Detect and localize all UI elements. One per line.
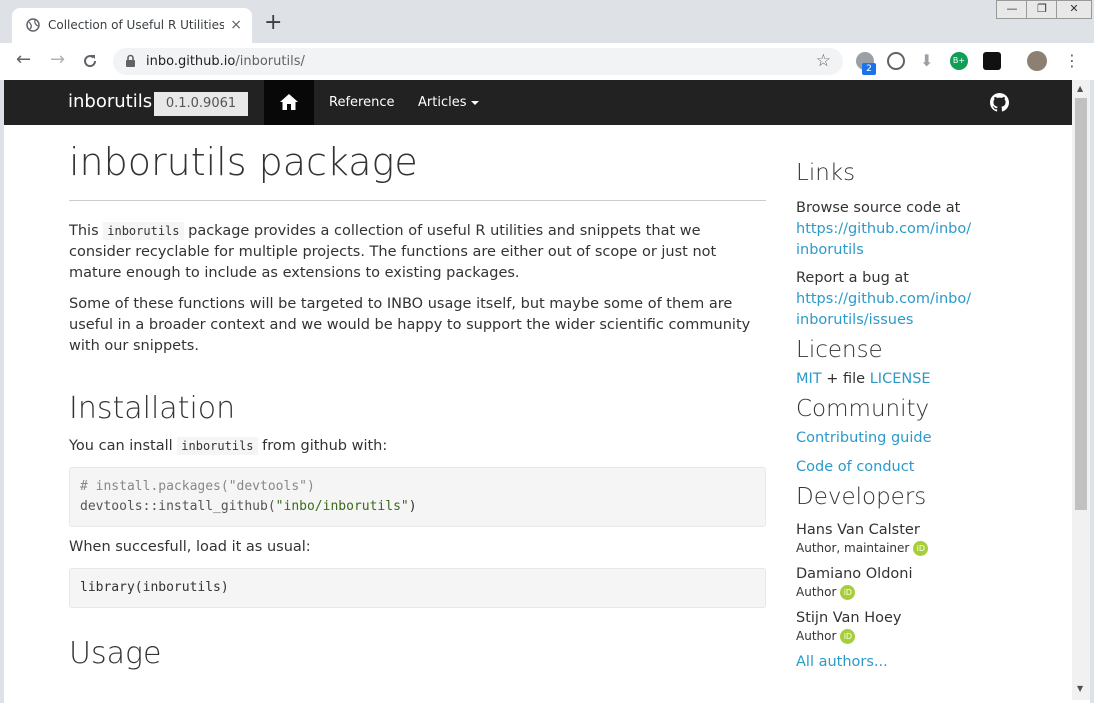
window-frame-right (1090, 80, 1094, 703)
browse-source-text: Browse source code at (796, 200, 961, 216)
inline-code: inborutils (177, 437, 258, 455)
url-host: inbo.github.io (146, 54, 236, 69)
load-code-block[interactable]: library(inborutils) (69, 568, 766, 608)
bug-link-line-1[interactable]: https://github.com/inbo/ (796, 291, 971, 307)
address-bar[interactable]: inbo.github.io/inborutils/ ☆ (113, 48, 843, 75)
browser-tab[interactable]: Collection of Useful R Utilities • inbor… (12, 8, 252, 43)
nav-articles-dropdown[interactable]: Articles (418, 95, 480, 110)
scrollbar-thumb[interactable] (1075, 98, 1087, 510)
report-bug-text: Report a bug at (796, 270, 909, 286)
bookmark-star-icon[interactable]: ☆ (816, 51, 831, 71)
url-path: /inborutils/ (235, 54, 305, 69)
install-text-end: from github with: (257, 438, 388, 454)
browse-source-link[interactable]: https://github.com/inbo/inborutils (796, 219, 996, 261)
extension-badge: 2 (862, 63, 876, 75)
sidebar: Links Browse source code at https://gith… (796, 160, 996, 673)
developers-heading: Developers (796, 484, 927, 510)
home-icon (280, 94, 298, 110)
install-text-start: You can install (69, 438, 178, 454)
extension-code-icon[interactable] (887, 52, 905, 70)
title-divider (69, 200, 766, 201)
minimize-button[interactable]: — (996, 0, 1028, 19)
developer-name: Hans Van Calster (796, 522, 920, 538)
install-code-block[interactable]: # install.packages("devtools") devtools:… (69, 467, 766, 527)
developer-role-text: Author, maintainer (796, 541, 910, 555)
license-mit-link[interactable]: MIT (796, 371, 822, 387)
vertical-scrollbar[interactable]: ▲ ▼ (1072, 80, 1090, 700)
menu-kebab-icon[interactable]: ⋮ (1064, 51, 1080, 70)
forward-arrow-icon[interactable]: → (50, 51, 65, 69)
tab-close-icon[interactable]: × (230, 17, 242, 33)
install-paragraph: You can install inborutils from github w… (69, 436, 766, 457)
site-navbar: inborutils 0.1.0.9061 Reference Articles (4, 80, 1072, 125)
scope-paragraph: Some of these functions will be targeted… (69, 296, 751, 354)
community-heading: Community (796, 396, 930, 422)
caret-down-icon (471, 100, 480, 105)
orcid-icon[interactable]: iD (840, 629, 856, 644)
developer-name: Stijn Van Hoey (796, 610, 902, 626)
bug-link-line-2[interactable]: inborutils/issues (796, 312, 913, 328)
intro-text-start: This (69, 223, 104, 239)
links-heading: Links (796, 160, 856, 186)
back-arrow-icon[interactable]: ← (16, 51, 31, 69)
inline-code: inborutils (103, 222, 184, 240)
reload-icon[interactable] (82, 53, 98, 69)
window-frame-left (0, 80, 4, 703)
home-button[interactable] (264, 80, 314, 125)
developer-role: Author iD (796, 585, 996, 600)
browser-chrome: Collection of Useful R Utilities • inbor… (0, 0, 1094, 80)
installation-heading: Installation (69, 391, 236, 426)
intro-paragraph: This inborutils package provides a colle… (69, 221, 766, 284)
restore-button[interactable]: ❐ (1026, 0, 1058, 19)
url-text: inbo.github.io/inborutils/ (146, 54, 305, 69)
main-content: inborutils package This inborutils packa… (69, 140, 766, 671)
extension-lock-icon[interactable] (983, 52, 1001, 70)
browser-toolbar: ← → inbo.github.io/inborutils/ ☆ 2 ⬇ B+ … (0, 43, 1094, 80)
contributing-guide-link[interactable]: Contributing guide (796, 430, 932, 446)
profile-avatar-icon[interactable] (1027, 51, 1047, 71)
orcid-icon[interactable]: iD (913, 541, 929, 556)
browse-link-line-2[interactable]: inborutils (796, 242, 864, 258)
nav-articles-label: Articles (418, 95, 467, 110)
version-badge: 0.1.0.9061 (154, 92, 248, 116)
globe-icon (26, 18, 40, 32)
page-title: inborutils package (69, 140, 418, 184)
browse-link-line-1[interactable]: https://github.com/inbo/ (796, 221, 971, 237)
code-comment: # install.packages("devtools") (80, 479, 315, 494)
license-heading: License (796, 337, 883, 363)
all-authors-link[interactable]: All authors... (796, 654, 888, 670)
developer-entry: Hans Van Calster Author, maintainer iD (796, 520, 996, 556)
nav-reference-link[interactable]: Reference (329, 95, 394, 110)
developer-entry: Stijn Van Hoey Author iD (796, 608, 996, 644)
developer-role-text: Author (796, 585, 837, 599)
github-icon[interactable] (990, 93, 1009, 112)
close-window-button[interactable]: ✕ (1056, 0, 1092, 19)
license-plus-file: + file (821, 371, 870, 387)
license-file-link[interactable]: LICENSE (870, 371, 931, 387)
developer-entry: Damiano Oldoni Author iD (796, 564, 996, 600)
code-function: devtools::install_github( (80, 499, 276, 514)
load-paragraph: When succesfull, load it as usual: (69, 539, 311, 555)
report-bug-link[interactable]: https://github.com/inbo/inborutils/issue… (796, 289, 996, 331)
developer-name: Damiano Oldoni (796, 566, 913, 582)
code-library: library(inborutils) (80, 580, 229, 595)
download-icon[interactable]: ⬇ (920, 51, 933, 70)
code-of-conduct-link[interactable]: Code of conduct (796, 459, 914, 475)
developer-role: Author iD (796, 629, 996, 644)
code-paren: ) (408, 499, 417, 514)
tab-title: Collection of Useful R Utilities • inbor… (48, 18, 224, 32)
license-line: MIT + file LICENSE (796, 369, 996, 390)
developer-role-text: Author (796, 629, 837, 643)
usage-heading: Usage (69, 636, 162, 671)
scroll-down-arrow-icon[interactable]: ▼ (1077, 684, 1083, 693)
new-tab-button[interactable]: + (264, 12, 282, 34)
scroll-up-arrow-icon[interactable]: ▲ (1077, 84, 1083, 93)
code-string: "inbo/inborutils" (275, 499, 409, 514)
orcid-icon[interactable]: iD (840, 585, 856, 600)
site-brand[interactable]: inborutils (68, 91, 152, 112)
developer-role: Author, maintainer iD (796, 541, 996, 556)
extension-b-icon[interactable]: B+ (950, 52, 968, 70)
lock-icon (126, 54, 135, 67)
